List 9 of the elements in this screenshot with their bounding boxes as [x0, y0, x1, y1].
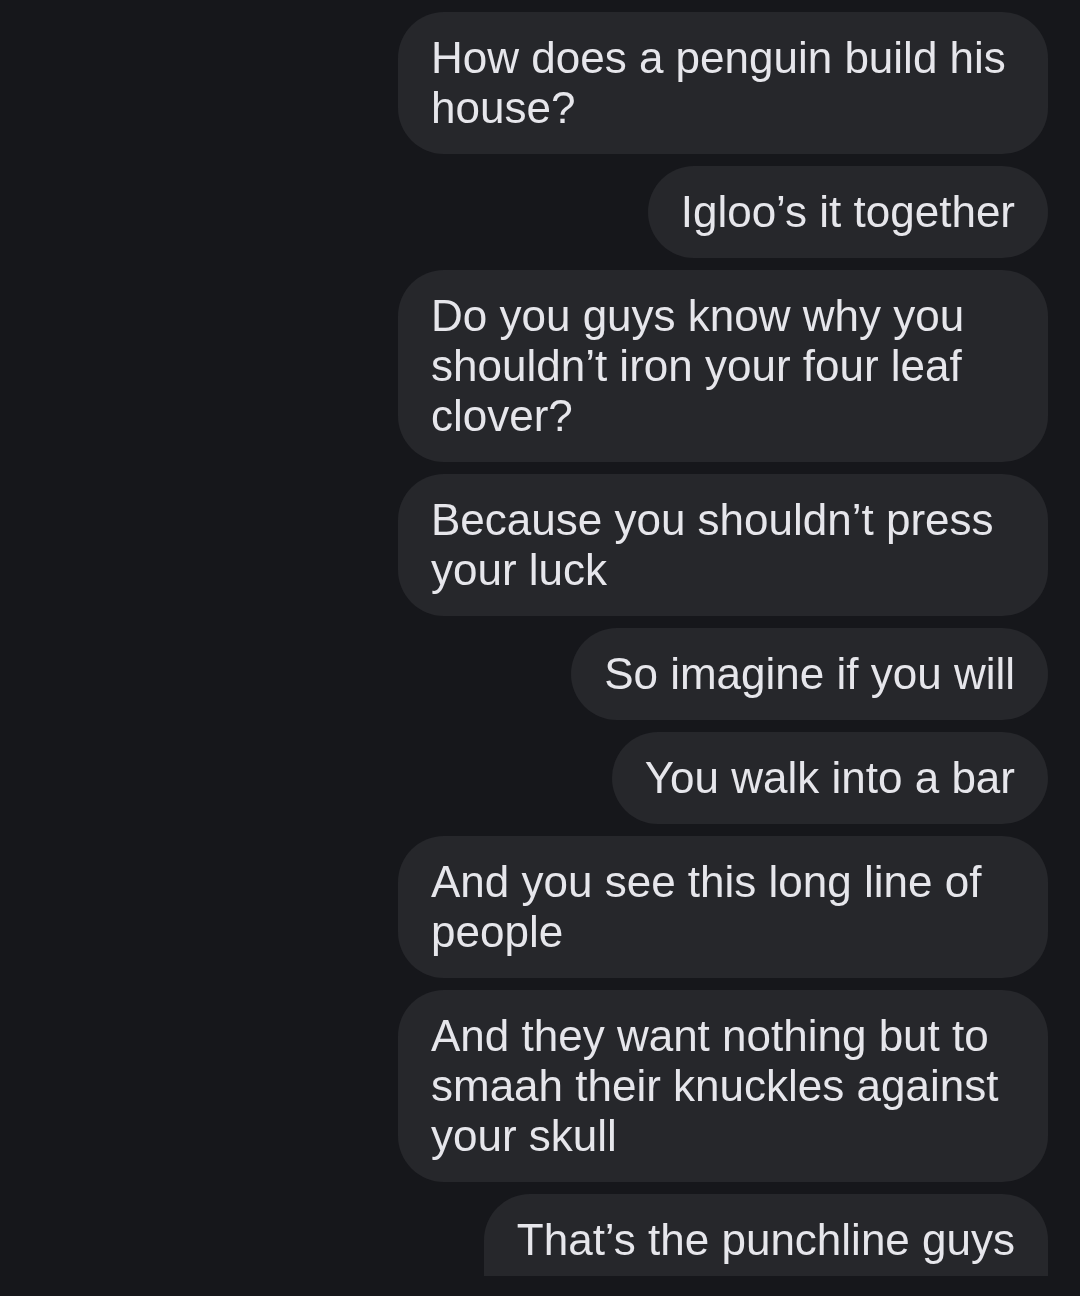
message-bubble: How does a penguin build his house?	[398, 12, 1048, 154]
message-bubble: That’s the punchline guys	[483, 1194, 1048, 1276]
message-bubble: Do you guys know why you shouldn’t iron your four leaf clover?	[398, 270, 1048, 462]
message-bubble: Because you shouldn’t press your luck	[398, 474, 1048, 616]
message-bubble: Igloo’s it together	[647, 166, 1048, 258]
message-bubble: So imagine if you will	[571, 628, 1048, 720]
message-bubble: You walk into a bar	[611, 732, 1048, 824]
message-bubble: And you see this long line of people	[398, 836, 1048, 978]
message-bubble: And they want nothing but to smaah their knuckles against your skull	[398, 990, 1048, 1182]
